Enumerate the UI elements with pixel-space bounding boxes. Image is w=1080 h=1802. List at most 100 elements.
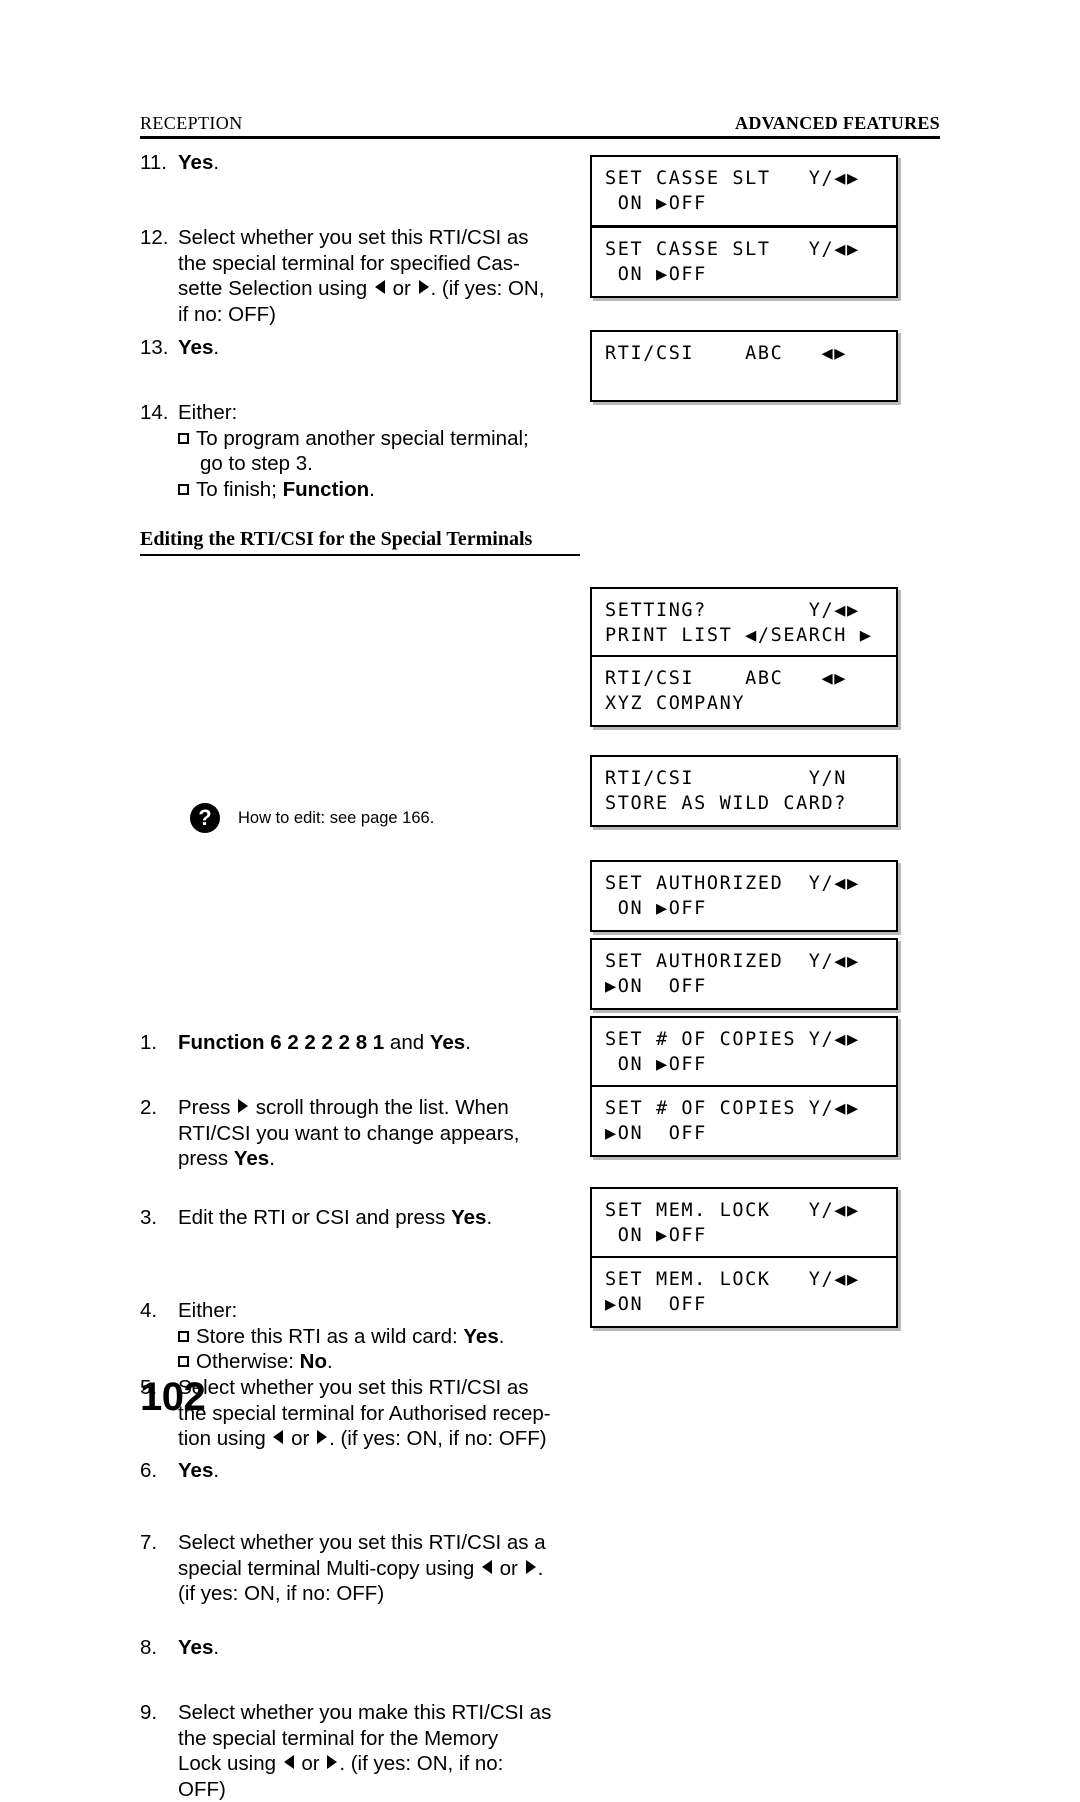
- step-item: 4.Either:Store this RTI as a wild card: …: [140, 1298, 504, 1375]
- step-line: Yes.: [178, 150, 219, 176]
- step-line: To finish; Function.: [200, 477, 529, 503]
- step-number: 9.: [140, 1700, 176, 1726]
- step-line: the special terminal for specified Cas-: [178, 251, 544, 277]
- step-text: the special terminal for the Memory: [178, 1727, 498, 1750]
- lcd-line-2: STORE AS WILD CARD?: [592, 791, 896, 816]
- step-item: 9.Select whether you make this RTI/CSI a…: [140, 1700, 551, 1802]
- lcd-display-panel: SET AUTHORIZED Y/◀▶▶ON OFF: [590, 938, 898, 1010]
- step-item: 6.Yes.: [140, 1458, 219, 1484]
- lcd-line-2: ▶ON OFF: [592, 1292, 896, 1317]
- step-line: Yes.: [178, 1635, 219, 1661]
- step-text: Either:: [178, 1299, 237, 1322]
- step-text: OFF): [178, 1778, 226, 1801]
- step-text: Store this RTI as a wild card:: [196, 1325, 463, 1348]
- square-bullet-icon: [178, 433, 189, 444]
- step-text: .: [213, 1459, 219, 1482]
- step-text: .: [465, 1031, 471, 1054]
- key-name-label: Function 6 2 2 2 2 8 1: [178, 1031, 384, 1054]
- step-text: tion using: [178, 1427, 271, 1450]
- step-line: if no: OFF): [178, 302, 544, 328]
- step-text: RTI/CSI you want to change appears,: [178, 1122, 519, 1145]
- step-text: or: [285, 1427, 315, 1450]
- lcd-line-2: PRINT LIST ◀/SEARCH ▶: [592, 623, 896, 648]
- lcd-line-2: ▶ON OFF: [592, 1121, 896, 1146]
- lcd-display-panel: SETTING? Y/◀▶PRINT LIST ◀/SEARCH ▶: [590, 587, 898, 659]
- step-text: .: [499, 1325, 505, 1348]
- step-text: . (if yes: ON, if no: OFF): [329, 1427, 547, 1450]
- step-line: Store this RTI as a wild card: Yes.: [200, 1324, 504, 1350]
- step-text: and: [384, 1031, 430, 1054]
- step-text: .: [369, 478, 375, 501]
- step-line: Function 6 2 2 2 2 8 1 and Yes.: [178, 1030, 471, 1056]
- step-number: 6.: [140, 1458, 176, 1484]
- step-text: Lock using: [178, 1752, 282, 1775]
- lcd-line-1: RTI/CSI ABC ◀▶: [592, 341, 896, 366]
- step-text: or: [494, 1557, 524, 1580]
- left-arrow-icon: [375, 280, 385, 294]
- lcd-line-1: SETTING? Y/◀▶: [592, 598, 896, 623]
- document-page: RECEPTION ADVANCED FEATURES 11.Yes.12.Se…: [0, 0, 1080, 1528]
- note-callout: ? How to edit: see page 166.: [190, 803, 434, 833]
- lcd-line-1: SET AUTHORIZED Y/◀▶: [592, 871, 896, 896]
- step-text: go to step 3.: [200, 452, 313, 475]
- step-text: (if yes: ON, if no: OFF): [178, 1582, 384, 1605]
- page-number: 102: [140, 1375, 205, 1420]
- lcd-line-1: SET MEM. LOCK Y/◀▶: [592, 1267, 896, 1292]
- key-name-label: Yes: [463, 1325, 498, 1348]
- step-line: special terminal Multi-copy using or .: [178, 1556, 546, 1582]
- step-text: press: [178, 1147, 234, 1170]
- key-name-label: Yes: [178, 1459, 213, 1482]
- step-body: Select whether you set this RTI/CSI asth…: [178, 225, 544, 327]
- lcd-display-panel: SET AUTHORIZED Y/◀▶ ON ▶OFF: [590, 860, 898, 932]
- step-line: the special terminal for Authorised rece…: [178, 1401, 551, 1427]
- right-arrow-icon: [419, 280, 429, 294]
- step-line: Either:: [178, 400, 529, 426]
- step-text: .: [213, 336, 219, 359]
- lcd-line-1: SET CASSE SLT Y/◀▶: [592, 166, 896, 191]
- lcd-line-1: SET # OF COPIES Y/◀▶: [592, 1096, 896, 1121]
- lcd-line-2: ON ▶OFF: [592, 262, 896, 287]
- lcd-line-1: SET CASSE SLT Y/◀▶: [592, 237, 896, 262]
- step-item: 1.Function 6 2 2 2 2 8 1 and Yes.: [140, 1030, 471, 1056]
- header-rule: [140, 136, 940, 139]
- step-body: Select whether you set this RTI/CSI asth…: [178, 1375, 551, 1452]
- header-chapter-label: ADVANCED FEATURES: [735, 113, 940, 134]
- lcd-line-2: ▶ON OFF: [592, 974, 896, 999]
- key-name-label: Function: [283, 478, 370, 501]
- step-line: RTI/CSI you want to change appears,: [178, 1121, 519, 1147]
- step-line: Either:: [178, 1298, 504, 1324]
- step-text: the special terminal for specified Cas-: [178, 252, 520, 275]
- lcd-display-panel: SET MEM. LOCK Y/◀▶▶ON OFF: [590, 1256, 898, 1328]
- square-bullet-icon: [178, 484, 189, 495]
- step-number: 3.: [140, 1205, 176, 1231]
- step-text: Otherwise:: [196, 1350, 300, 1373]
- step-text: the special terminal for Authorised rece…: [178, 1402, 551, 1425]
- key-name-label: Yes: [178, 336, 213, 359]
- step-line: go to step 3.: [200, 451, 529, 477]
- step-text: sette Selection using: [178, 277, 373, 300]
- step-text: .: [327, 1350, 333, 1373]
- step-text: . (if yes: ON,: [431, 277, 545, 300]
- step-number: 1.: [140, 1030, 176, 1056]
- step-text: .: [269, 1147, 275, 1170]
- step-text: To program another special terminal;: [196, 427, 529, 450]
- step-text: . (if yes: ON, if no:: [339, 1752, 503, 1775]
- step-line: Yes.: [178, 335, 219, 361]
- step-line: Press scroll through the list. When: [178, 1095, 519, 1121]
- step-line: tion using or . (if yes: ON, if no: OFF): [178, 1426, 551, 1452]
- step-number: 14.: [140, 400, 176, 426]
- step-body: Press scroll through the list. WhenRTI/C…: [178, 1095, 519, 1172]
- step-body: Select whether you set this RTI/CSI as a…: [178, 1530, 546, 1607]
- step-text: Either:: [178, 401, 237, 424]
- step-text: Press: [178, 1096, 236, 1119]
- lcd-display-panel: SET MEM. LOCK Y/◀▶ ON ▶OFF: [590, 1187, 898, 1259]
- lcd-line-2: ON ▶OFF: [592, 896, 896, 921]
- step-line: Otherwise: No.: [200, 1349, 504, 1375]
- lcd-line-1: SET # OF COPIES Y/◀▶: [592, 1027, 896, 1052]
- key-name-label: Yes: [178, 151, 213, 174]
- right-arrow-icon: [526, 1560, 536, 1574]
- step-text: if no: OFF): [178, 303, 276, 326]
- step-number: 8.: [140, 1635, 176, 1661]
- step-text: To finish;: [196, 478, 283, 501]
- step-number: 11.: [140, 150, 176, 176]
